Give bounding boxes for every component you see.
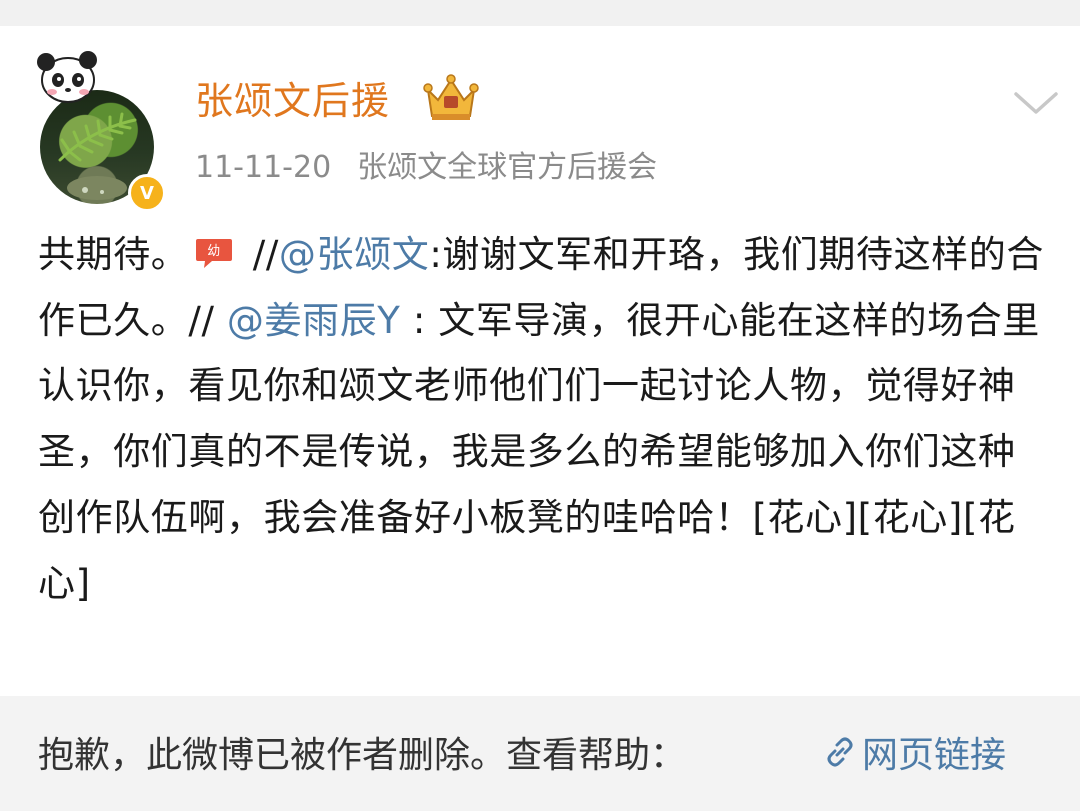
chevron-down-icon[interactable]: [1010, 86, 1062, 118]
verified-v-icon: V: [128, 174, 166, 212]
post-body: 共期待。幼 //@张颂文:谢谢文军和开珞，我们期待这样的合作已久。// @姜雨辰…: [38, 222, 1048, 616]
post-meta: 11-11-20 张颂文全球官方后援会: [195, 142, 657, 186]
help-web-link[interactable]: 网页链接: [822, 726, 1006, 778]
post-text-end: : 文军导演，很开心能在这样的场合里认识你，看见你和颂文老师他们们一起讨论人物，…: [38, 298, 1040, 605]
deleted-notice-text: 抱歉，此微博已被作者删除。查看帮助：: [38, 735, 687, 776]
mention-link[interactable]: @张颂文: [279, 233, 429, 276]
top-divider-strip: [0, 0, 1080, 26]
deleted-repost-notice: 抱歉，此微博已被作者删除。查看帮助： 网页链接: [0, 696, 1080, 811]
username[interactable]: 张颂文后援: [195, 70, 390, 125]
panda-decoration-icon: [37, 51, 97, 103]
weibo-post-card: V 张颂文后援 11-11-20 张颂文全球官方后援会 共期待。 幼 //@张颂文:…: [0, 26, 1080, 696]
post-source[interactable]: 张颂文全球官方后援会: [357, 150, 657, 185]
post-text-start: 共期待。: [38, 233, 189, 276]
crown-icon: [423, 74, 479, 120]
post-time: 11-11-20: [195, 150, 332, 185]
help-link-label[interactable]: 网页链接: [862, 726, 1006, 778]
link-icon: [827, 737, 853, 767]
post-separator: //: [240, 233, 279, 276]
mention-link[interactable]: @姜雨辰Y: [227, 299, 401, 342]
svg-text:幼: 幼: [208, 244, 222, 259]
avatar[interactable]: V: [28, 48, 168, 212]
gif-emoji-icon: 幼: [196, 239, 233, 268]
